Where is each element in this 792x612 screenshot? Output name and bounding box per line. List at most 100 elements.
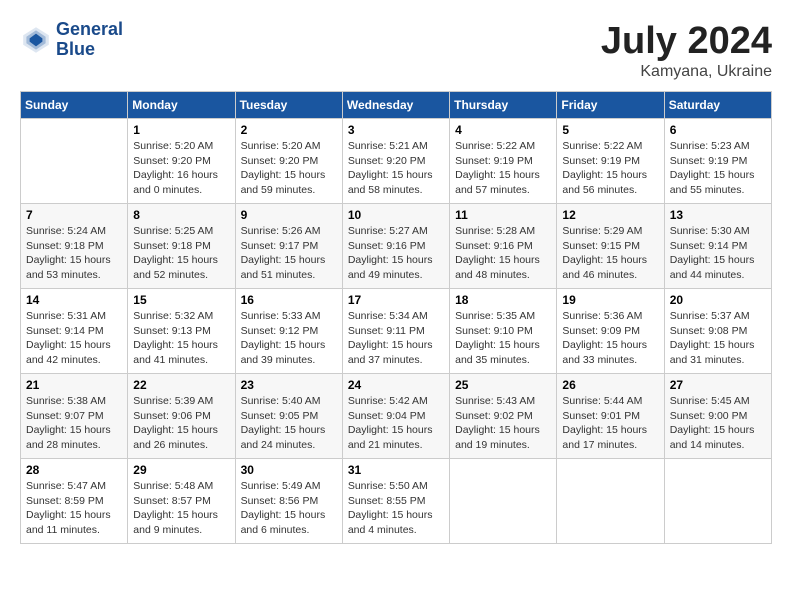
calendar-cell: 3 Sunrise: 5:21 AMSunset: 9:20 PMDaylight…	[342, 119, 449, 204]
calendar-cell: 7Sunrise: 5:24 AMSunset: 9:18 PMDaylight…	[21, 204, 128, 289]
day-number: 3	[348, 123, 444, 137]
day-number: 24	[348, 378, 444, 392]
calendar-cell	[450, 459, 557, 544]
day-info: Sunrise: 5:42 AMSunset: 9:04 PMDaylight:…	[348, 394, 444, 453]
calendar-cell: 24 Sunrise: 5:42 AMSunset: 9:04 PMDayligh…	[342, 374, 449, 459]
day-info: Sunrise: 5:28 AMSunset: 9:16 PMDaylight:…	[455, 224, 551, 283]
day-info: Sunrise: 5:20 AMSunset: 9:20 PMDaylight:…	[133, 139, 229, 198]
calendar-cell: 12 Sunrise: 5:29 AMSunset: 9:15 PMDayligh…	[557, 204, 664, 289]
main-title: July 2024	[601, 20, 772, 63]
day-info: Sunrise: 5:23 AMSunset: 9:19 PMDaylight:…	[670, 139, 766, 198]
title-block: July 2024 Kamyana, Ukraine	[601, 20, 772, 81]
calendar-cell: 23 Sunrise: 5:40 AMSunset: 9:05 PMDayligh…	[235, 374, 342, 459]
day-info: Sunrise: 5:43 AMSunset: 9:02 PMDaylight:…	[455, 394, 551, 453]
day-number: 15	[133, 293, 229, 307]
calendar-cell: 10Sunrise: 5:27 AMSunset: 9:16 PMDayligh…	[342, 204, 449, 289]
day-info: Sunrise: 5:39 AMSunset: 9:06 PMDaylight:…	[133, 394, 229, 453]
calendar-cell: 11 Sunrise: 5:28 AMSunset: 9:16 PMDayligh…	[450, 204, 557, 289]
day-info: Sunrise: 5:38 AMSunset: 9:07 PMDaylight:…	[26, 394, 122, 453]
calendar-cell: 26 Sunrise: 5:44 AMSunset: 9:01 PMDayligh…	[557, 374, 664, 459]
logo: General Blue	[20, 20, 123, 60]
day-number: 13	[670, 208, 766, 222]
day-info: Sunrise: 5:48 AMSunset: 8:57 PMDaylight:…	[133, 479, 229, 538]
calendar-cell: 28 Sunrise: 5:47 AMSunset: 8:59 PMDayligh…	[21, 459, 128, 544]
calendar-cell: 13Sunrise: 5:30 AMSunset: 9:14 PMDayligh…	[664, 204, 771, 289]
calendar-cell: 15Sunrise: 5:32 AMSunset: 9:13 PMDayligh…	[128, 289, 235, 374]
day-info: Sunrise: 5:21 AMSunset: 9:20 PMDaylight:…	[348, 139, 444, 198]
weekday-header: Friday	[557, 92, 664, 119]
calendar-cell: 8Sunrise: 5:25 AMSunset: 9:18 PMDaylight…	[128, 204, 235, 289]
calendar-cell: 19Sunrise: 5:36 AMSunset: 9:09 PMDayligh…	[557, 289, 664, 374]
day-number: 1	[133, 123, 229, 137]
day-info: Sunrise: 5:25 AMSunset: 9:18 PMDaylight:…	[133, 224, 229, 283]
calendar-cell: 21 Sunrise: 5:38 AMSunset: 9:07 PMDayligh…	[21, 374, 128, 459]
calendar-cell: 4 Sunrise: 5:22 AMSunset: 9:19 PMDaylight…	[450, 119, 557, 204]
day-info: Sunrise: 5:27 AMSunset: 9:16 PMDaylight:…	[348, 224, 444, 283]
weekday-header: Thursday	[450, 92, 557, 119]
weekday-header: Saturday	[664, 92, 771, 119]
calendar-week-row: 7Sunrise: 5:24 AMSunset: 9:18 PMDaylight…	[21, 204, 772, 289]
day-number: 22	[133, 378, 229, 392]
day-info: Sunrise: 5:40 AMSunset: 9:05 PMDaylight:…	[241, 394, 337, 453]
day-number: 28	[26, 463, 122, 477]
day-number: 11	[455, 208, 551, 222]
calendar-cell	[557, 459, 664, 544]
calendar-cell: 17 Sunrise: 5:34 AMSunset: 9:11 PMDayligh…	[342, 289, 449, 374]
day-number: 2	[241, 123, 337, 137]
day-number: 17	[348, 293, 444, 307]
weekday-header: Monday	[128, 92, 235, 119]
day-info: Sunrise: 5:37 AMSunset: 9:08 PMDaylight:…	[670, 309, 766, 368]
weekday-header: Wednesday	[342, 92, 449, 119]
calendar-cell	[21, 119, 128, 204]
logo-icon	[20, 24, 52, 56]
calendar-week-row: 14 Sunrise: 5:31 AMSunset: 9:14 PMDayligh…	[21, 289, 772, 374]
weekday-header: Tuesday	[235, 92, 342, 119]
day-info: Sunrise: 5:50 AMSunset: 8:55 PMDaylight:…	[348, 479, 444, 538]
day-number: 4	[455, 123, 551, 137]
calendar-cell: 5Sunrise: 5:22 AMSunset: 9:19 PMDaylight…	[557, 119, 664, 204]
day-number: 9	[241, 208, 337, 222]
day-info: Sunrise: 5:33 AMSunset: 9:12 PMDaylight:…	[241, 309, 337, 368]
day-number: 7	[26, 208, 122, 222]
calendar-cell: 29 Sunrise: 5:48 AMSunset: 8:57 PMDayligh…	[128, 459, 235, 544]
day-info: Sunrise: 5:34 AMSunset: 9:11 PMDaylight:…	[348, 309, 444, 368]
calendar-cell: 18 Sunrise: 5:35 AMSunset: 9:10 PMDayligh…	[450, 289, 557, 374]
day-info: Sunrise: 5:35 AMSunset: 9:10 PMDaylight:…	[455, 309, 551, 368]
weekday-header: Sunday	[21, 92, 128, 119]
calendar-week-row: 21 Sunrise: 5:38 AMSunset: 9:07 PMDayligh…	[21, 374, 772, 459]
calendar-table: SundayMondayTuesdayWednesdayThursdayFrid…	[20, 91, 772, 544]
calendar-header-row: SundayMondayTuesdayWednesdayThursdayFrid…	[21, 92, 772, 119]
calendar-cell: 1 Sunrise: 5:20 AMSunset: 9:20 PMDaylight…	[128, 119, 235, 204]
day-number: 12	[562, 208, 658, 222]
subtitle: Kamyana, Ukraine	[601, 63, 772, 81]
calendar-cell: 20 Sunrise: 5:37 AMSunset: 9:08 PMDayligh…	[664, 289, 771, 374]
calendar-cell: 25Sunrise: 5:43 AMSunset: 9:02 PMDayligh…	[450, 374, 557, 459]
day-info: Sunrise: 5:22 AMSunset: 9:19 PMDaylight:…	[562, 139, 658, 198]
day-number: 23	[241, 378, 337, 392]
logo-text: General Blue	[56, 20, 123, 60]
calendar-cell: 30 Sunrise: 5:49 AMSunset: 8:56 PMDayligh…	[235, 459, 342, 544]
day-info: Sunrise: 5:45 AMSunset: 9:00 PMDaylight:…	[670, 394, 766, 453]
day-number: 16	[241, 293, 337, 307]
day-info: Sunrise: 5:47 AMSunset: 8:59 PMDaylight:…	[26, 479, 122, 538]
calendar-cell	[664, 459, 771, 544]
day-number: 6	[670, 123, 766, 137]
day-info: Sunrise: 5:22 AMSunset: 9:19 PMDaylight:…	[455, 139, 551, 198]
day-number: 30	[241, 463, 337, 477]
day-info: Sunrise: 5:26 AMSunset: 9:17 PMDaylight:…	[241, 224, 337, 283]
day-number: 26	[562, 378, 658, 392]
calendar-cell: 22 Sunrise: 5:39 AMSunset: 9:06 PMDayligh…	[128, 374, 235, 459]
day-number: 18	[455, 293, 551, 307]
day-number: 20	[670, 293, 766, 307]
day-number: 29	[133, 463, 229, 477]
calendar-cell: 16 Sunrise: 5:33 AMSunset: 9:12 PMDayligh…	[235, 289, 342, 374]
day-number: 21	[26, 378, 122, 392]
day-number: 14	[26, 293, 122, 307]
calendar-cell: 2Sunrise: 5:20 AMSunset: 9:20 PMDaylight…	[235, 119, 342, 204]
day-number: 31	[348, 463, 444, 477]
page-header: General Blue July 2024 Kamyana, Ukraine	[20, 20, 772, 81]
day-info: Sunrise: 5:49 AMSunset: 8:56 PMDaylight:…	[241, 479, 337, 538]
day-info: Sunrise: 5:31 AMSunset: 9:14 PMDaylight:…	[26, 309, 122, 368]
day-info: Sunrise: 5:44 AMSunset: 9:01 PMDaylight:…	[562, 394, 658, 453]
day-info: Sunrise: 5:29 AMSunset: 9:15 PMDaylight:…	[562, 224, 658, 283]
